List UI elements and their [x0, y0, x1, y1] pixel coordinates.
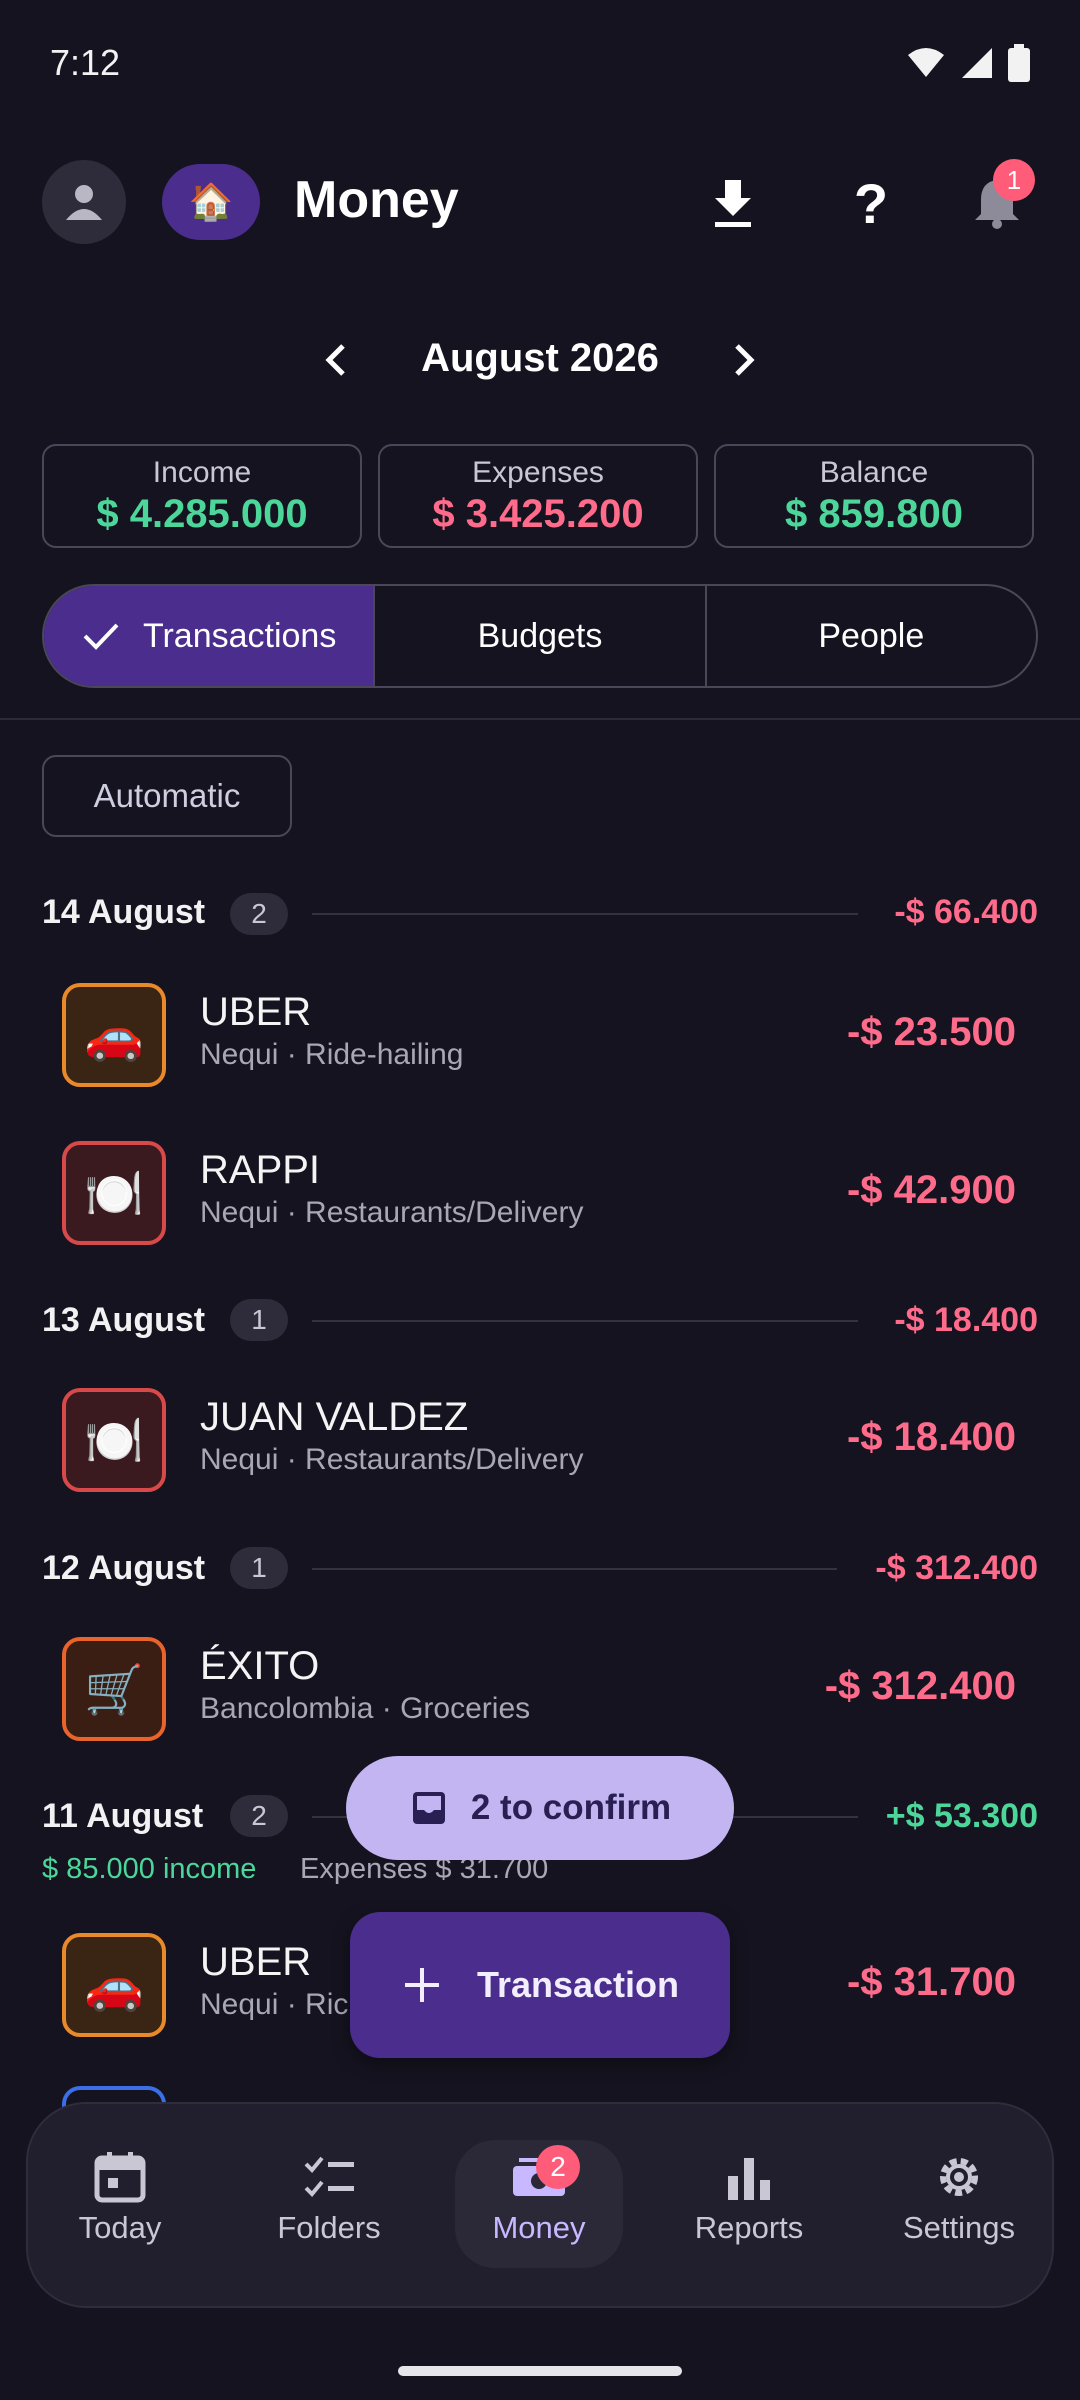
home-chip[interactable]: 🏠 — [162, 164, 260, 240]
balance-label: Balance — [819, 456, 929, 489]
bar-chart-icon — [728, 2158, 770, 2200]
nav-money-badge: 2 — [536, 2145, 580, 2189]
home-indicator — [398, 2366, 682, 2376]
day-total: -$ 66.400 — [894, 893, 1038, 931]
day-header-title: 14 August — [42, 893, 206, 931]
cart-icon: 🛒 — [62, 1637, 166, 1741]
status-time: 7:12 — [50, 42, 121, 83]
transaction-amount: -$ 18.400 — [846, 1415, 1016, 1459]
automatic-filter-chip[interactable]: Automatic — [42, 755, 292, 837]
check-icon — [83, 623, 119, 650]
day-total: -$ 18.400 — [894, 1301, 1038, 1339]
nav-reports[interactable]: Reports — [664, 2150, 834, 2246]
add-transaction-label: Transaction — [476, 1964, 680, 2005]
transaction-subtitle: Nequi · Ric — [200, 1988, 349, 2021]
tab-transactions-label: Transactions — [142, 616, 337, 655]
to-confirm-button[interactable]: 2 to confirm — [346, 1756, 734, 1860]
profile-avatar[interactable] — [42, 160, 126, 244]
plus-icon — [404, 1968, 439, 2002]
day-count-badge: 2 — [230, 1795, 288, 1837]
car-icon: 🚗 — [62, 983, 166, 1087]
day-divider — [312, 913, 858, 915]
transaction-subtitle: Bancolombia · Groceries — [200, 1692, 531, 1725]
tab-people-label: People — [818, 616, 925, 655]
tab-transactions[interactable]: Transactions — [44, 586, 376, 686]
month-label: August 2026 — [421, 336, 659, 380]
inbox-icon — [412, 1792, 445, 1824]
day-header-title: 12 August — [42, 1549, 206, 1587]
page-title: Money — [294, 171, 459, 229]
day-header-title: 13 August — [42, 1301, 206, 1339]
balance-value: $ 859.800 — [785, 492, 963, 536]
to-confirm-label: 2 to confirm — [470, 1788, 672, 1827]
nav-today[interactable]: Today — [35, 2150, 205, 2246]
signal-icon — [962, 48, 992, 78]
transaction-name: JUAN VALDEZ — [200, 1395, 469, 1439]
battery-icon — [1008, 44, 1030, 82]
transaction-name: UBER — [200, 1940, 312, 1984]
day-income-note: $ 85.000 income — [42, 1853, 257, 1885]
car-icon: 🚗 — [62, 1933, 166, 2037]
transaction-row[interactable]: 🛒 ÉXITO Bancolombia · Groceries -$ 312.4… — [0, 1622, 1080, 1756]
transaction-amount: -$ 312.400 — [824, 1664, 1016, 1708]
day-total: +$ 53.300 — [885, 1797, 1038, 1835]
transaction-subtitle: Nequi · Restaurants/Delivery — [200, 1196, 584, 1229]
nav-today-label: Today — [78, 2210, 162, 2245]
nav-settings[interactable]: Settings — [874, 2150, 1044, 2246]
transaction-name: UBER — [200, 990, 312, 1034]
nav-folders[interactable]: Folders — [244, 2150, 414, 2246]
day-header-title: 11 August — [42, 1797, 204, 1835]
expenses-value: $ 3.425.200 — [432, 492, 644, 536]
nav-money-label: Money — [492, 2210, 586, 2245]
plate-icon: 🍽️ — [62, 1141, 166, 1245]
calendar-icon — [94, 2152, 146, 2203]
day-count-badge: 2 — [230, 893, 288, 935]
download-button[interactable] — [698, 168, 768, 238]
house-icon: 🏠 — [188, 181, 234, 222]
nav-reports-label: Reports — [694, 2210, 804, 2245]
transaction-row[interactable]: 🍽️ JUAN VALDEZ Nequi · Restaurants/Deliv… — [0, 1373, 1080, 1507]
wifi-icon — [908, 48, 944, 77]
help-icon: ? — [853, 171, 889, 235]
person-icon — [66, 185, 102, 220]
nav-folders-label: Folders — [277, 2210, 381, 2245]
balance-card[interactable]: Balance $ 859.800 — [714, 444, 1034, 548]
day-divider — [312, 1568, 837, 1570]
gear-icon — [940, 2158, 978, 2196]
divider — [0, 718, 1080, 720]
download-icon — [715, 180, 751, 227]
transaction-name: ÉXITO — [200, 1644, 320, 1688]
nav-settings-label: Settings — [902, 2210, 1015, 2245]
transaction-subtitle: Nequi · Restaurants/Delivery — [200, 1443, 584, 1476]
transaction-name: RAPPI — [200, 1148, 321, 1192]
income-value: $ 4.285.000 — [96, 492, 308, 536]
day-count-badge: 1 — [230, 1299, 288, 1341]
plate-icon: 🍽️ — [62, 1388, 166, 1492]
status-icons — [906, 44, 1030, 82]
transaction-row[interactable]: 🚗 UBER Nequi · Ride-hailing -$ 23.500 — [0, 968, 1080, 1102]
expenses-label: Expenses — [472, 456, 604, 489]
transaction-subtitle: Nequi · Ride-hailing — [200, 1038, 464, 1071]
checklist-icon — [304, 2156, 354, 2197]
income-card[interactable]: Income $ 4.285.000 — [42, 444, 362, 548]
tab-budgets-label: Budgets — [477, 616, 603, 655]
income-label: Income — [152, 456, 252, 489]
transaction-amount: -$ 42.900 — [846, 1168, 1016, 1212]
help-button[interactable]: ? — [836, 168, 906, 238]
expenses-card[interactable]: Expenses $ 3.425.200 — [378, 444, 698, 548]
day-total: -$ 312.400 — [875, 1549, 1038, 1587]
transaction-row[interactable]: 🍽️ RAPPI Nequi · Restaurants/Delivery -$… — [0, 1126, 1080, 1260]
day-count-badge: 1 — [230, 1547, 288, 1589]
chevron-right-icon — [735, 344, 755, 376]
tab-people[interactable]: People — [707, 586, 1036, 686]
tab-budgets[interactable]: Budgets — [375, 586, 707, 686]
section-tabs: Transactions Budgets People — [42, 584, 1038, 688]
transaction-amount: -$ 23.500 — [846, 1010, 1016, 1054]
next-month-button[interactable] — [715, 330, 775, 390]
notification-badge: 1 — [993, 159, 1035, 201]
day-divider — [312, 1320, 858, 1322]
add-transaction-button[interactable]: Transaction — [350, 1912, 730, 2058]
transaction-amount: -$ 31.700 — [846, 1960, 1016, 2004]
